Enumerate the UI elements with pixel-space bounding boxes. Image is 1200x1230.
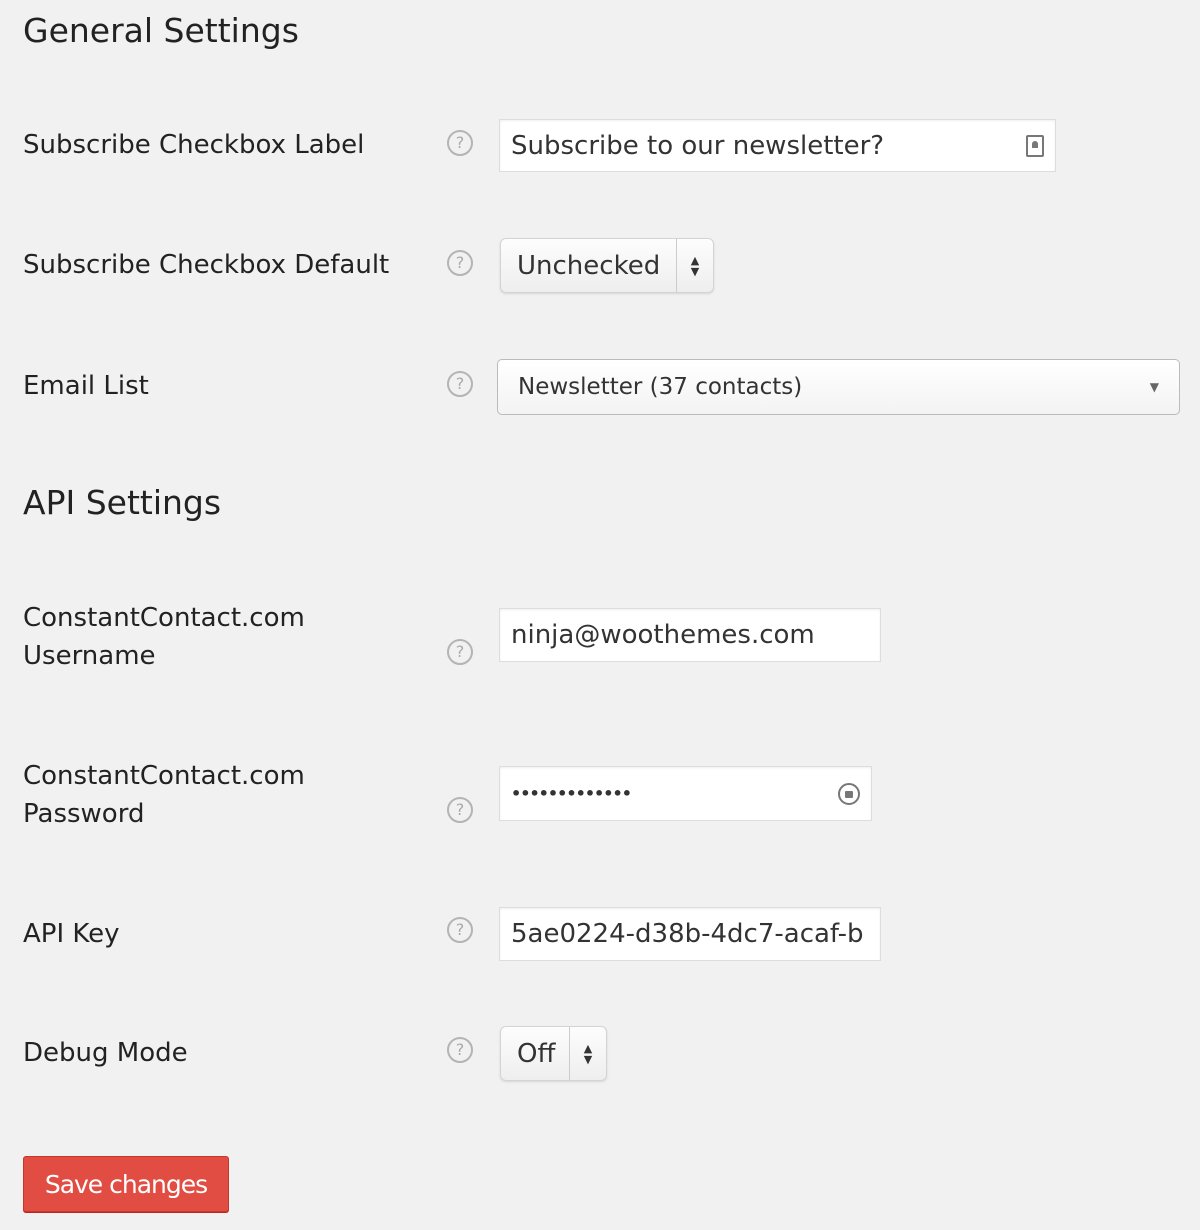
email-list-select[interactable]: Newsletter (37 contacts) ▼ [497, 359, 1180, 415]
help-icon[interactable]: ? [447, 917, 473, 943]
password-key-icon[interactable] [838, 782, 860, 805]
checkbox-default-select[interactable]: Unchecked ▲ ▼ [500, 238, 714, 293]
checkbox-default-value: Unchecked [517, 250, 661, 281]
help-icon[interactable]: ? [447, 1037, 473, 1063]
username-label-line1: ConstantContact.com [23, 603, 305, 633]
checkbox-label-value: Subscribe to our newsletter? [511, 130, 885, 161]
help-icon[interactable]: ? [447, 130, 473, 156]
api-key-value: 5ae0224-d38b-4dc7-acaf-b [511, 919, 864, 949]
select-arrows-icon: ▲ ▼ [569, 1027, 606, 1080]
save-changes-button[interactable]: Save changes [23, 1156, 229, 1212]
username-input[interactable]: ninja@woothemes.com [499, 608, 881, 662]
password-input[interactable]: ••••••••••••• [499, 766, 872, 821]
dropdown-caret-icon: ▼ [1149, 380, 1159, 394]
username-value: ninja@woothemes.com [511, 620, 815, 650]
password-value: ••••••••••••• [511, 784, 632, 803]
debug-mode-select[interactable]: Off ▲ ▼ [500, 1026, 607, 1081]
debug-mode-label: Debug Mode [23, 1038, 188, 1068]
contact-card-icon[interactable] [1026, 134, 1044, 157]
email-list-label: Email List [23, 371, 149, 401]
api-settings-heading: API Settings [23, 483, 222, 522]
help-icon[interactable]: ? [447, 797, 473, 823]
username-label-line2: Username [23, 641, 156, 671]
select-arrows-icon: ▲ ▼ [676, 239, 713, 292]
email-list-value: Newsletter (37 contacts) [518, 374, 803, 400]
debug-mode-value: Off [517, 1038, 556, 1069]
general-settings-heading: General Settings [23, 11, 299, 50]
help-icon[interactable]: ? [447, 371, 473, 397]
password-label-line2: Password [23, 799, 145, 829]
checkbox-label-input[interactable]: Subscribe to our newsletter? [499, 119, 1056, 172]
help-icon[interactable]: ? [447, 639, 473, 665]
help-icon[interactable]: ? [447, 250, 473, 276]
password-label-line1: ConstantContact.com [23, 761, 305, 791]
password-label: ConstantContact.com Password [23, 757, 305, 833]
checkbox-label-label: Subscribe Checkbox Label [23, 130, 365, 160]
api-key-input[interactable]: 5ae0224-d38b-4dc7-acaf-b [499, 907, 881, 961]
username-label: ConstantContact.com Username [23, 599, 305, 675]
checkbox-default-label: Subscribe Checkbox Default [23, 250, 390, 280]
api-key-label: API Key [23, 919, 120, 949]
